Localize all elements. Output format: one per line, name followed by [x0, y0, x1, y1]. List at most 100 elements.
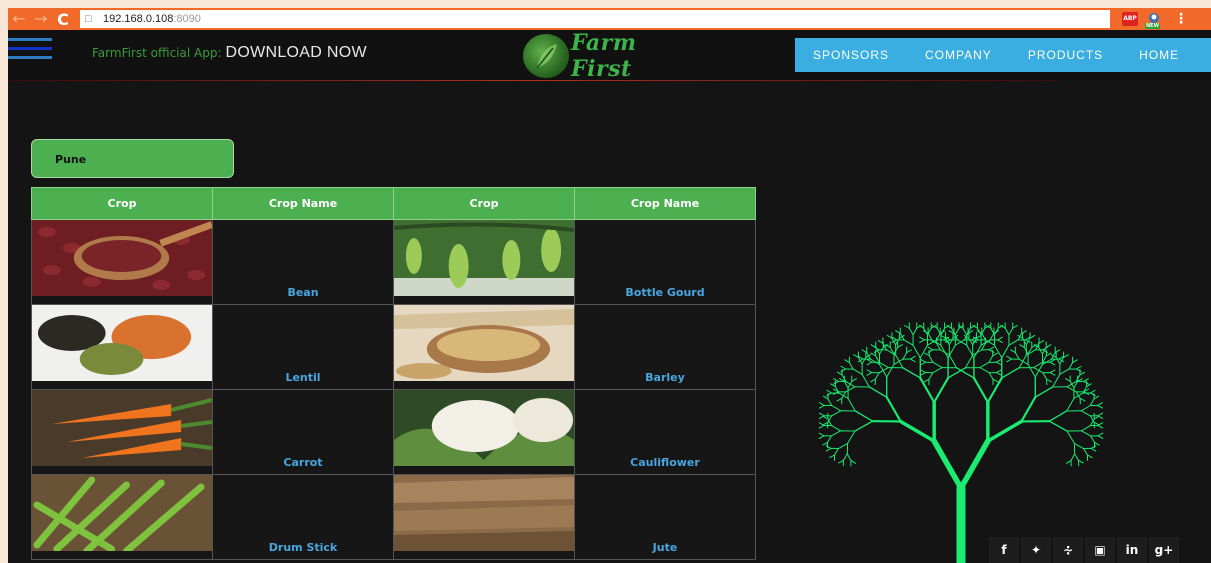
app-promo[interactable]: FarmFirst official App: DOWNLOAD NOW [92, 44, 367, 62]
tree-branch [932, 361, 943, 369]
tree-branch [933, 376, 950, 404]
tree-branch [886, 363, 895, 378]
tree-branch [1066, 386, 1077, 393]
tree-branch [851, 378, 857, 382]
crop-name-cell: Jute [574, 474, 756, 560]
new-extension-icon[interactable]: NEW [1145, 11, 1162, 29]
nav-company[interactable]: COMPANY [925, 48, 992, 62]
nav-home[interactable]: HOME [1139, 48, 1179, 62]
tree-branch [1079, 371, 1086, 376]
tree-branch [1097, 412, 1104, 417]
twitter-icon[interactable]: ✦ [1021, 537, 1051, 563]
tree-branch [1090, 447, 1097, 452]
tree-branch [846, 453, 852, 461]
tree-branch [868, 386, 888, 398]
tree-branch [822, 441, 829, 446]
tree-branch [818, 424, 825, 429]
tree-branch [831, 410, 842, 417]
google-plus-icon[interactable]: g+ [1149, 537, 1179, 563]
tree-branch [866, 352, 872, 360]
rss-icon[interactable]: ∻ [1053, 537, 1083, 563]
tree-branch [996, 361, 1002, 366]
crop-name: Bean [287, 286, 319, 299]
tree-branch [826, 392, 833, 397]
nav-products[interactable]: PRODUCTS [1028, 48, 1103, 62]
tree-branch [870, 378, 876, 383]
forward-arrow-icon[interactable]: → [30, 8, 52, 30]
linkedin-icon[interactable]: in [1117, 537, 1147, 563]
tree-branch [1068, 362, 1074, 370]
tree-branch [988, 346, 995, 351]
tree-branch [1001, 367, 1020, 379]
tree-branch [975, 334, 982, 339]
crop-name-cell: Barley [574, 304, 756, 390]
tree-branch [836, 397, 843, 402]
tree-branch [912, 344, 921, 359]
table-row: Drum Stick Jute [31, 474, 756, 560]
tree-branch [1078, 459, 1084, 464]
tree-branch [924, 352, 930, 357]
tree-branch [1045, 344, 1052, 348]
tree-branch [1046, 378, 1052, 383]
tree-branch [920, 372, 926, 376]
tree-branch [1073, 442, 1085, 450]
tree-branch [842, 453, 848, 461]
column-header: Crop Name [574, 187, 756, 220]
tree-branch [996, 372, 1002, 376]
tree-branch [927, 332, 933, 341]
tree-branch [902, 352, 908, 360]
youtube-icon[interactable]: ▣ [1085, 537, 1115, 563]
tree-branch [964, 354, 974, 369]
tree-branch [847, 430, 856, 444]
adblock-extension-icon[interactable]: ABP [1122, 12, 1138, 26]
tree-branch [818, 415, 825, 419]
tree-branch [826, 389, 833, 394]
tree-branch [852, 368, 863, 375]
hamburger-menu-icon[interactable] [8, 38, 52, 68]
tree-branch [1038, 340, 1045, 344]
crop-name: Jute [652, 541, 678, 554]
facebook-icon[interactable]: f [989, 537, 1019, 563]
nav-sponsors[interactable]: SPONSORS [813, 48, 889, 62]
tree-branch [818, 404, 825, 409]
page-icon: □ [85, 13, 92, 25]
url-host: 192.168.0.108 [103, 13, 174, 25]
reload-icon[interactable]: C [52, 10, 74, 29]
tree-branch [1008, 327, 1014, 336]
tree-branch [866, 361, 873, 366]
tree-branch [979, 367, 990, 374]
table-row: Lentil Barley [31, 304, 756, 390]
column-header: Crop Name [212, 187, 394, 220]
back-arrow-icon[interactable]: ← [8, 8, 30, 30]
browser-menu-icon[interactable]: ⋮ [1174, 11, 1188, 27]
tree-branch [833, 378, 839, 382]
tree-branch [840, 365, 847, 370]
tree-branch [919, 344, 928, 359]
tree-branch [831, 405, 842, 412]
leaf-logo-icon [523, 34, 569, 78]
crop-name-cell: Bottle Gourd [574, 219, 756, 305]
tree-branch [897, 344, 903, 348]
cauliflower-image [394, 390, 574, 466]
tree-branch [861, 373, 870, 388]
tree-branch [1097, 424, 1104, 429]
tree-branch [854, 410, 874, 422]
social-links: f ✦ ∻ ▣ in g+ [987, 537, 1179, 563]
address-bar[interactable]: □ 192.168.0.108 :8090 [80, 10, 1110, 28]
tree-branch [837, 442, 849, 450]
tree-branch [1097, 404, 1104, 409]
tree-branch [909, 355, 916, 360]
tree-branch [866, 372, 873, 376]
download-now-link[interactable]: DOWNLOAD NOW [226, 44, 367, 62]
tree-branch [928, 372, 934, 380]
tree-branch [847, 397, 856, 412]
column-header: Crop [31, 187, 213, 220]
tree-branch [1097, 435, 1104, 439]
tree-branch [1065, 378, 1071, 382]
tree-branch [1042, 372, 1048, 380]
tree-branch [928, 355, 934, 363]
tree-branch [927, 349, 934, 353]
tree-branch [1080, 430, 1092, 437]
tree-branch [1080, 405, 1091, 412]
site-logo[interactable]: Farm First [523, 30, 693, 82]
